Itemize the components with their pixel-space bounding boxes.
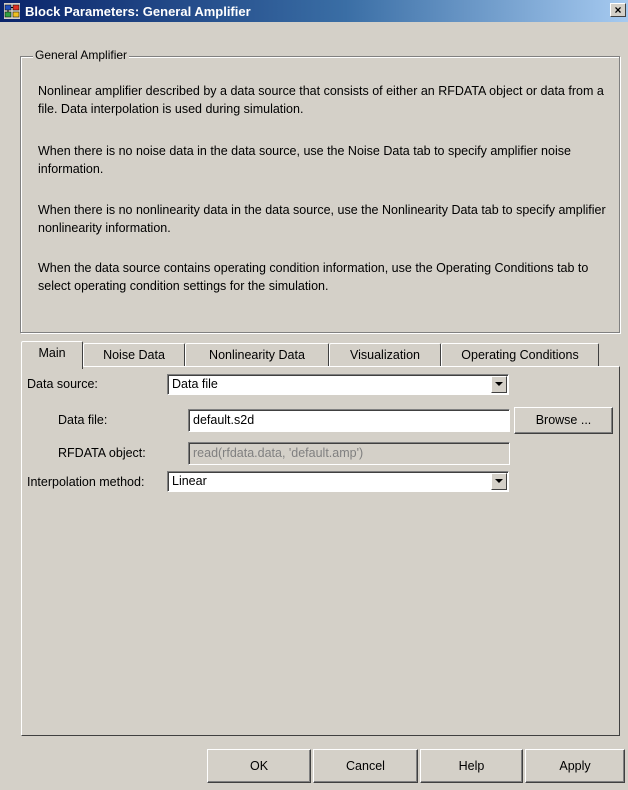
tab-visualization[interactable]: Visualization — [329, 343, 441, 367]
ok-button[interactable]: OK — [207, 749, 311, 783]
close-button[interactable]: × — [610, 3, 626, 17]
data-source-value: Data file — [172, 377, 218, 391]
tab-noise-data[interactable]: Noise Data — [83, 343, 185, 367]
description-paragraph: When the data source contains operating … — [38, 261, 589, 293]
rfdata-object-label: RFDATA object: — [58, 446, 146, 460]
window-title: Block Parameters: General Amplifier — [25, 3, 251, 19]
simulink-block-icon — [4, 3, 20, 19]
close-icon: × — [614, 3, 622, 17]
data-file-input[interactable]: default.s2d — [188, 409, 510, 432]
group-legend: General Amplifier — [33, 48, 130, 62]
cancel-button[interactable]: Cancel — [313, 749, 418, 783]
data-file-label: Data file: — [58, 413, 108, 427]
interpolation-method-value: Linear — [172, 474, 207, 488]
rfdata-object-input: read(rfdata.data, 'default.amp') — [188, 442, 510, 465]
chevron-down-icon[interactable] — [491, 376, 507, 393]
description-paragraph: When there is no noise data in the data … — [38, 144, 571, 176]
description-paragraph: Nonlinear amplifier described by a data … — [38, 84, 604, 116]
description-paragraph: When there is no nonlinearity data in th… — [38, 203, 606, 235]
browse-button[interactable]: Browse ... — [514, 407, 613, 434]
dialog-window: Block Parameters: General Amplifier × Ge… — [0, 0, 628, 790]
title-bar[interactable]: Block Parameters: General Amplifier × — [0, 0, 628, 22]
data-source-dropdown[interactable]: Data file — [167, 374, 509, 395]
tab-main[interactable]: Main — [21, 341, 83, 369]
tab-nonlinearity-data[interactable]: Nonlinearity Data — [185, 343, 329, 367]
apply-button[interactable]: Apply — [525, 749, 625, 783]
interpolation-method-label: Interpolation method: — [27, 475, 145, 489]
help-button[interactable]: Help — [420, 749, 523, 783]
chevron-down-icon[interactable] — [491, 473, 507, 490]
interpolation-method-dropdown[interactable]: Linear — [167, 471, 509, 492]
tab-operating-conditions[interactable]: Operating Conditions — [441, 343, 599, 367]
data-source-label: Data source: — [27, 377, 98, 391]
